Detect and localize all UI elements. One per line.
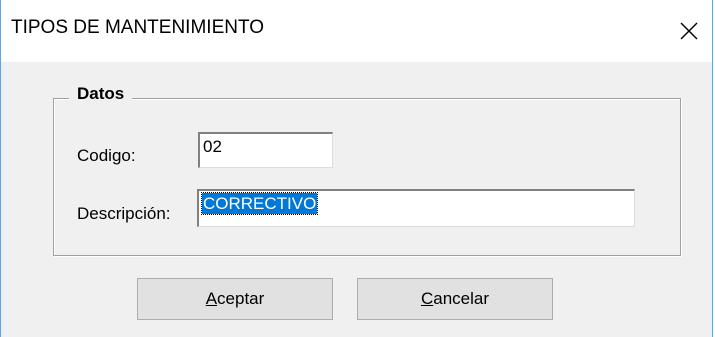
dialog-window: TIPOS DE MANTENIMIENTO Datos Codigo: 02 …: [0, 0, 713, 337]
aceptar-accel: A: [205, 289, 218, 308]
aceptar-label: ceptar: [217, 289, 265, 308]
close-icon: [680, 22, 698, 40]
title-bar[interactable]: TIPOS DE MANTENIMIENTO: [1, 0, 712, 62]
codigo-input[interactable]: 02: [198, 132, 333, 168]
cancelar-accel: C: [420, 289, 434, 308]
descripcion-value: CORRECTIVO: [200, 192, 319, 215]
close-button[interactable]: [666, 0, 712, 62]
codigo-label: Codigo:: [77, 146, 136, 165]
descripcion-label: Descripción:: [77, 204, 171, 223]
descripcion-input[interactable]: CORRECTIVO: [197, 189, 635, 227]
window-title: TIPOS DE MANTENIMIENTO: [11, 17, 265, 38]
cancelar-label: ancelar: [433, 289, 490, 308]
cancelar-button[interactable]: Cancelar: [357, 278, 553, 320]
aceptar-button[interactable]: Aceptar: [137, 278, 333, 320]
codigo-value: 02: [203, 137, 222, 156]
datos-legend: Datos: [69, 84, 133, 104]
datos-groupbox: [53, 98, 681, 256]
